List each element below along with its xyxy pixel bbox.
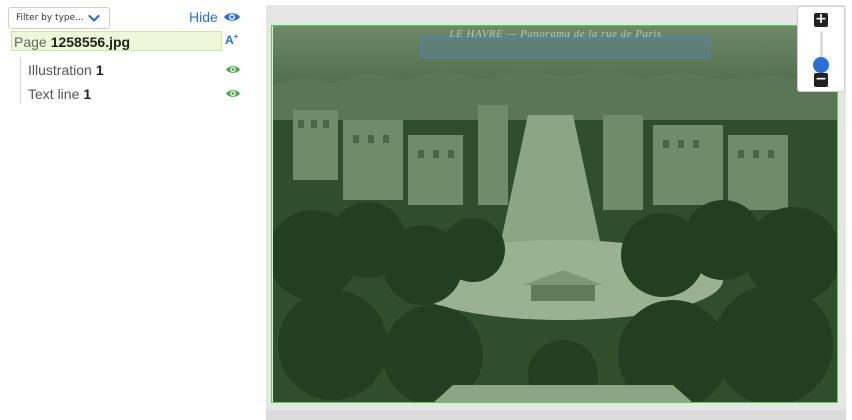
text-line-region[interactable] — [421, 37, 709, 58]
viewer-bottom-strip — [266, 410, 846, 420]
text-line-label: Text line — [28, 86, 80, 102]
page-prefix: Page — [14, 34, 47, 50]
zoom-control: + − — [797, 6, 845, 92]
annotation-sidebar: Filter by type... Hide Page 1258556.jpg A… — [0, 0, 262, 420]
increase-font-size-button[interactable]: A+ — [225, 32, 238, 47]
tree-connector — [20, 58, 21, 104]
illustration-label: Illustration — [28, 62, 92, 78]
text-line-count: 1 — [83, 86, 92, 102]
zoom-in-button[interactable]: + — [814, 11, 828, 27]
font-size-plus: + — [233, 32, 239, 41]
minus-icon: − — [815, 71, 827, 87]
illustration-count: 1 — [95, 62, 104, 78]
hide-label: Hide — [189, 9, 218, 25]
page-item[interactable]: Page 1258556.jpg — [11, 31, 222, 51]
zoom-out-button[interactable]: − — [814, 71, 828, 87]
font-size-label: A — [225, 33, 234, 47]
eye-icon — [224, 13, 240, 21]
eye-icon[interactable] — [225, 88, 241, 99]
page-filename: 1258556.jpg — [50, 34, 131, 50]
eye-icon[interactable] — [225, 64, 241, 75]
image-viewer[interactable]: LE HAVRE — Panorama de la rue de Paris — [266, 5, 846, 420]
tree-item-text-line[interactable]: Text line 1 — [28, 84, 246, 104]
filter-by-type-dropdown[interactable]: Filter by type... — [8, 7, 110, 29]
page-region-outline[interactable] — [271, 25, 838, 403]
chevron-down-icon — [88, 14, 100, 22]
tree-item-illustration[interactable]: Illustration 1 — [28, 60, 246, 80]
plus-icon: + — [815, 11, 827, 27]
filter-placeholder: Filter by type... — [16, 13, 84, 23]
